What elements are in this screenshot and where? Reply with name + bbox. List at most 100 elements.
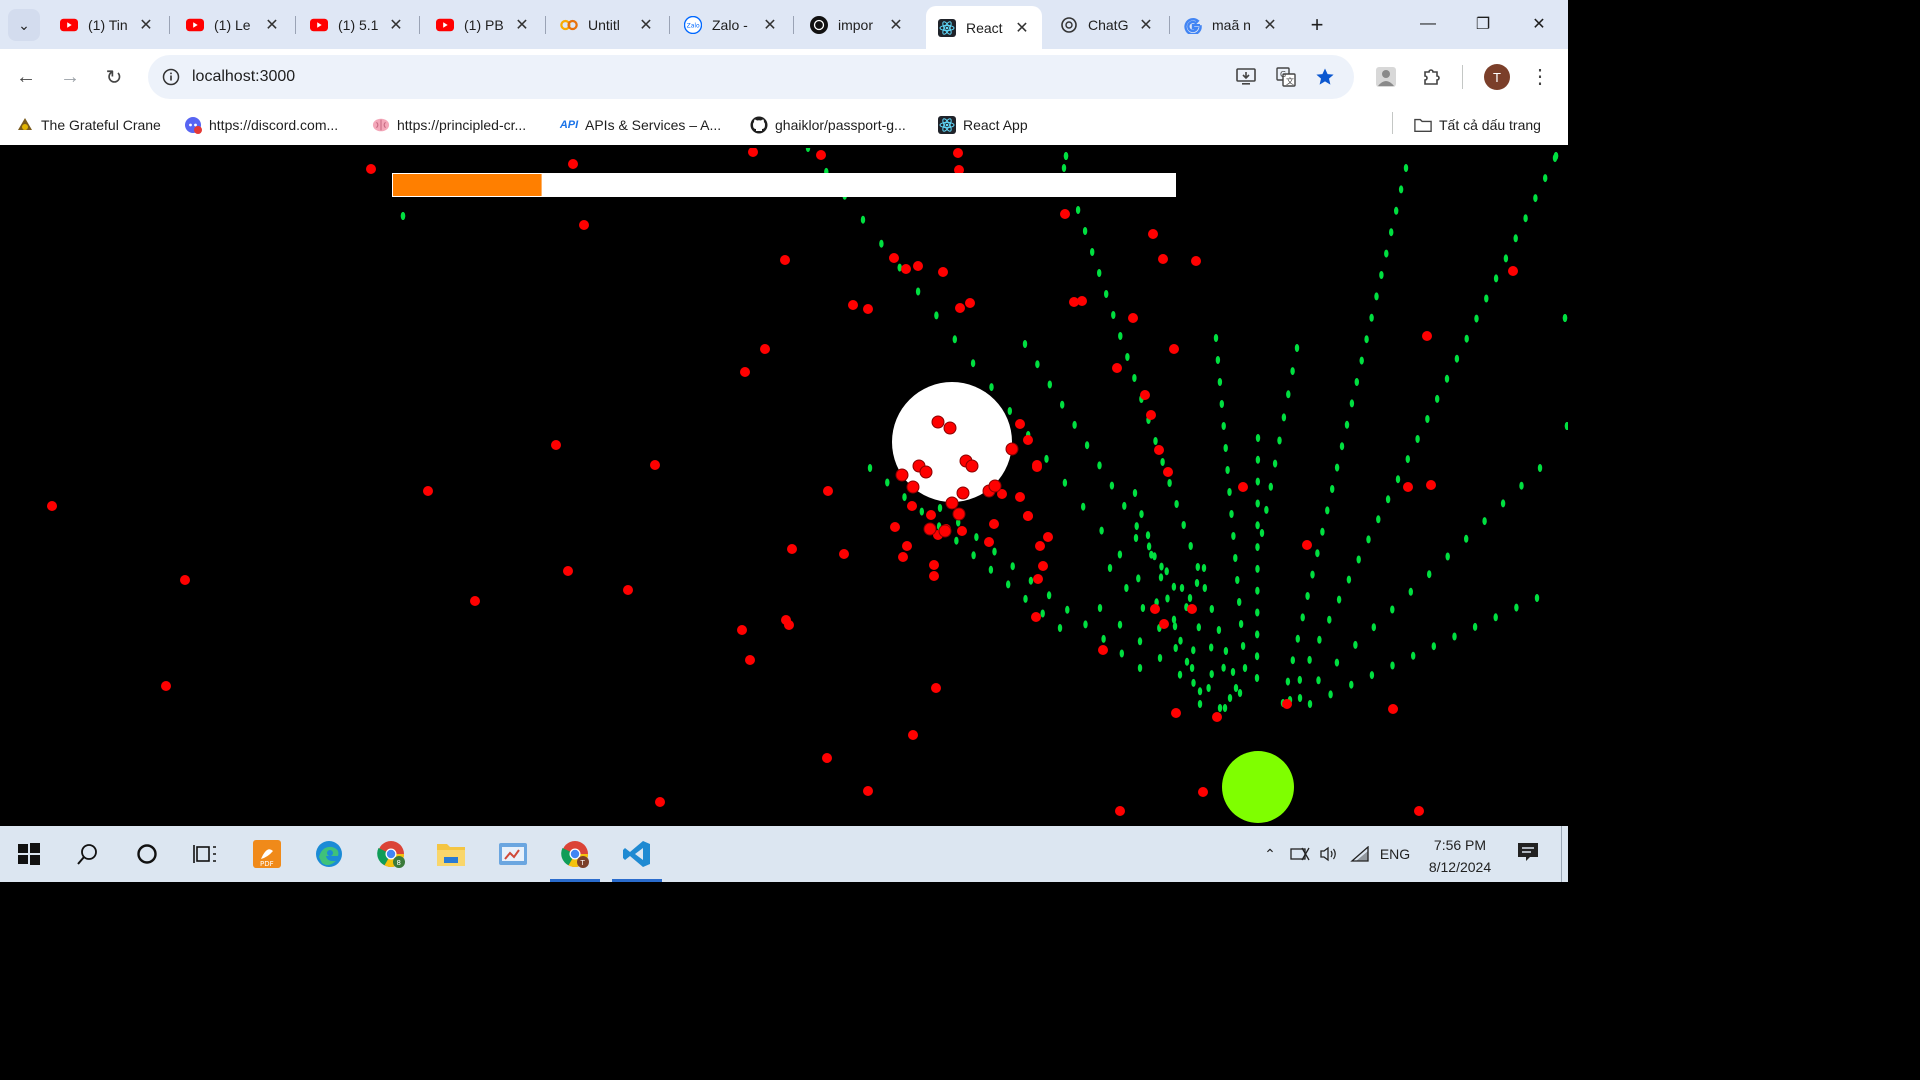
translate-icon[interactable]: G文 [1270, 61, 1302, 93]
windows-start-button[interactable] [0, 826, 58, 882]
show-desktop-button[interactable] [1561, 826, 1562, 882]
control-panel-button[interactable] [484, 826, 542, 882]
zalo-icon: Zalo [684, 15, 702, 34]
player-bullet [1145, 531, 1151, 540]
forward-button[interactable]: → [54, 61, 86, 93]
game-canvas[interactable] [0, 148, 1568, 826]
tab-separator [793, 16, 794, 34]
site-info-icon[interactable] [158, 64, 184, 90]
volume-icon[interactable] [1317, 844, 1341, 864]
player-bullet [1513, 234, 1518, 243]
close-tab-icon[interactable]: ✕ [1012, 18, 1032, 38]
svg-text:8: 8 [397, 859, 401, 867]
tab-title: (1) Tin [88, 16, 128, 33]
youtube-icon [60, 16, 78, 34]
player-bullet [1445, 552, 1450, 561]
bookmark-4[interactable]: API APIs & Services – A... [560, 113, 721, 137]
tab-separator [419, 16, 420, 34]
show-hidden-icons-button[interactable]: ⌃ [1258, 844, 1282, 864]
tab-1[interactable]: (1) Tin ✕ [48, 8, 166, 41]
close-tab-icon[interactable]: ✕ [136, 15, 156, 35]
cortana-button[interactable] [118, 826, 176, 882]
tab-search-button[interactable]: ⌄ [8, 9, 40, 41]
close-tab-icon[interactable]: ✕ [760, 15, 780, 35]
bookmark-6[interactable]: React App [938, 113, 1028, 137]
enemy-bullet [1159, 619, 1169, 629]
close-tab-icon[interactable]: ✕ [886, 15, 906, 35]
player-bullet [1084, 441, 1090, 450]
close-tab-icon[interactable]: ✕ [512, 15, 532, 35]
tab-3[interactable]: (1) 5.1 ✕ [298, 8, 416, 41]
minimize-button[interactable]: — [1405, 8, 1451, 40]
bookmark-1[interactable]: The Grateful Crane [16, 113, 161, 137]
player-bullet [1268, 482, 1274, 491]
tab-5[interactable]: Untitl ✕ [548, 8, 666, 41]
wifi-icon[interactable] [1348, 844, 1372, 864]
task-view-button[interactable] [176, 826, 234, 882]
extension-profile-icon[interactable] [1370, 61, 1402, 93]
extensions-icon[interactable] [1416, 61, 1448, 93]
player-bullet [1254, 674, 1260, 682]
back-button[interactable]: ← [10, 61, 42, 93]
tab-6[interactable]: Zalo Zalo - ✕ [672, 8, 790, 41]
openai-icon [810, 15, 828, 34]
install-app-icon[interactable] [1230, 61, 1262, 93]
bookmark-2[interactable]: https://discord.com... [184, 113, 338, 137]
profile-avatar[interactable]: T [1484, 64, 1510, 90]
player-bullet [1310, 570, 1315, 579]
file-explorer-button[interactable] [422, 826, 480, 882]
player-bullet [1543, 174, 1548, 183]
close-tab-icon[interactable]: ✕ [386, 15, 406, 35]
enemy-bullet [945, 496, 959, 510]
enemy-bullet [1403, 482, 1413, 492]
tab-8[interactable]: React ✕ [926, 6, 1042, 49]
all-bookmarks-button[interactable]: Tất cả dấu trang [1414, 113, 1541, 137]
player-bullet [1353, 640, 1358, 649]
search-button[interactable] [59, 826, 117, 882]
player-bullet [1157, 654, 1163, 662]
bookmark-5[interactable]: ghaiklor/passport-g... [750, 113, 906, 137]
enemy-bullet [1035, 541, 1045, 551]
player-bullet [1277, 436, 1282, 445]
close-tab-icon[interactable]: ✕ [262, 15, 282, 35]
chatgpt-icon [1060, 16, 1078, 34]
enemy-bullet [1169, 344, 1179, 354]
bookmark-star-icon[interactable] [1309, 61, 1341, 93]
tab-9[interactable]: ChatG ✕ [1048, 8, 1166, 41]
enemy-bullet [1150, 604, 1160, 614]
notifications-button[interactable] [1514, 842, 1542, 862]
enemy-bullet [943, 421, 957, 435]
player-bullet [1075, 206, 1081, 214]
restore-button[interactable]: ❐ [1460, 8, 1506, 40]
player-bullet [1099, 526, 1104, 535]
new-tab-button[interactable]: + [1304, 12, 1330, 38]
player-bullet [1374, 292, 1379, 301]
url-text[interactable]: localhost:3000 [192, 68, 295, 86]
taskbar-clock[interactable]: 7:56 PM 8/12/2024 [1412, 834, 1508, 878]
player-bullet [1104, 290, 1109, 298]
player-bullet [1223, 444, 1228, 452]
chrome-button[interactable]: T [546, 826, 604, 882]
chrome-profile-button[interactable]: 8 [362, 826, 420, 882]
close-tab-icon[interactable]: ✕ [1260, 15, 1280, 35]
close-tab-icon[interactable]: ✕ [1136, 15, 1156, 35]
player-bullet [1010, 562, 1015, 571]
vscode-button[interactable] [608, 826, 666, 882]
player-bullet [1225, 466, 1230, 474]
bookmark-3[interactable]: https://principled-cr... [372, 113, 526, 137]
pdf-app-button[interactable]: PDF [238, 826, 296, 882]
language-indicator[interactable]: ENG [1378, 844, 1412, 864]
close-tab-icon[interactable]: ✕ [636, 15, 656, 35]
tab-4[interactable]: (1) PB ✕ [424, 8, 542, 41]
reload-button[interactable]: ↻ [98, 61, 130, 93]
close-window-button[interactable]: ✕ [1516, 8, 1562, 40]
tab-2[interactable]: (1) Le ✕ [174, 8, 292, 41]
address-bar[interactable]: localhost:3000 G文 [148, 55, 1354, 99]
close-icon: ✕ [1532, 16, 1546, 33]
tab-10[interactable]: maã n ✕ [1172, 8, 1290, 41]
menu-button[interactable]: ⋮ [1524, 61, 1556, 93]
network-disconnected-icon[interactable] [1288, 844, 1312, 864]
tab-7[interactable]: impor ✕ [798, 8, 916, 41]
edge-button[interactable] [300, 826, 358, 882]
player-bullet [1057, 624, 1063, 632]
